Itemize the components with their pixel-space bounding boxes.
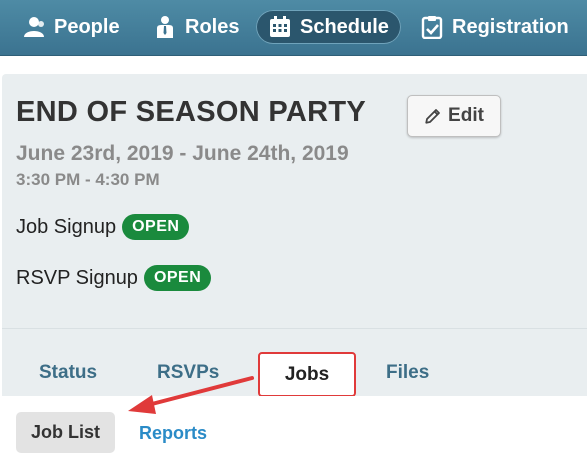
calendar-icon	[270, 16, 290, 37]
job-signup-row: Job Signup OPEN	[16, 214, 190, 240]
people-icon	[24, 17, 44, 37]
subtab-job-list[interactable]: Job List	[16, 412, 115, 453]
tab-rsvps[interactable]: RSVPs	[157, 362, 219, 384]
pencil-icon	[425, 109, 440, 124]
page: People Roles Schedule Registration END O…	[0, 0, 587, 464]
nav-roles[interactable]: Roles	[153, 10, 239, 44]
nav-registration-label: Registration	[452, 15, 569, 38]
event-date-range: June 23rd, 2019 - June 24th, 2019	[16, 142, 349, 165]
tab-jobs-label: Jobs	[284, 363, 330, 385]
subtab-reports[interactable]: Reports	[139, 423, 207, 444]
clipboard-check-icon	[421, 16, 443, 39]
nav-roles-label: Roles	[185, 15, 240, 38]
rsvp-signup-label: RSVP Signup	[16, 266, 138, 289]
nav-schedule[interactable]: Schedule	[256, 10, 401, 44]
edit-button[interactable]: Edit	[407, 95, 501, 137]
edit-button-label: Edit	[448, 105, 484, 126]
rsvp-signup-status-badge: OPEN	[143, 265, 212, 291]
top-nav: People Roles Schedule Registration	[0, 0, 587, 56]
role-person-icon	[157, 16, 173, 38]
tab-files[interactable]: Files	[386, 362, 429, 384]
event-time-range: 3:30 PM - 4:30 PM	[16, 170, 160, 189]
nav-schedule-label: Schedule	[300, 15, 389, 38]
tab-jobs[interactable]: Jobs	[258, 352, 356, 397]
nav-registration[interactable]: Registration	[420, 10, 569, 44]
subtab-job-list-label: Job List	[30, 422, 100, 442]
job-signup-status-badge: OPEN	[122, 214, 190, 240]
event-title: END OF SEASON PARTY	[16, 96, 366, 128]
rsvp-signup-row: RSVP Signup OPEN	[16, 265, 212, 291]
tab-status[interactable]: Status	[39, 362, 97, 384]
nav-people-label: People	[54, 15, 120, 38]
job-signup-label: Job Signup	[16, 215, 117, 238]
nav-people[interactable]: People	[22, 10, 120, 44]
